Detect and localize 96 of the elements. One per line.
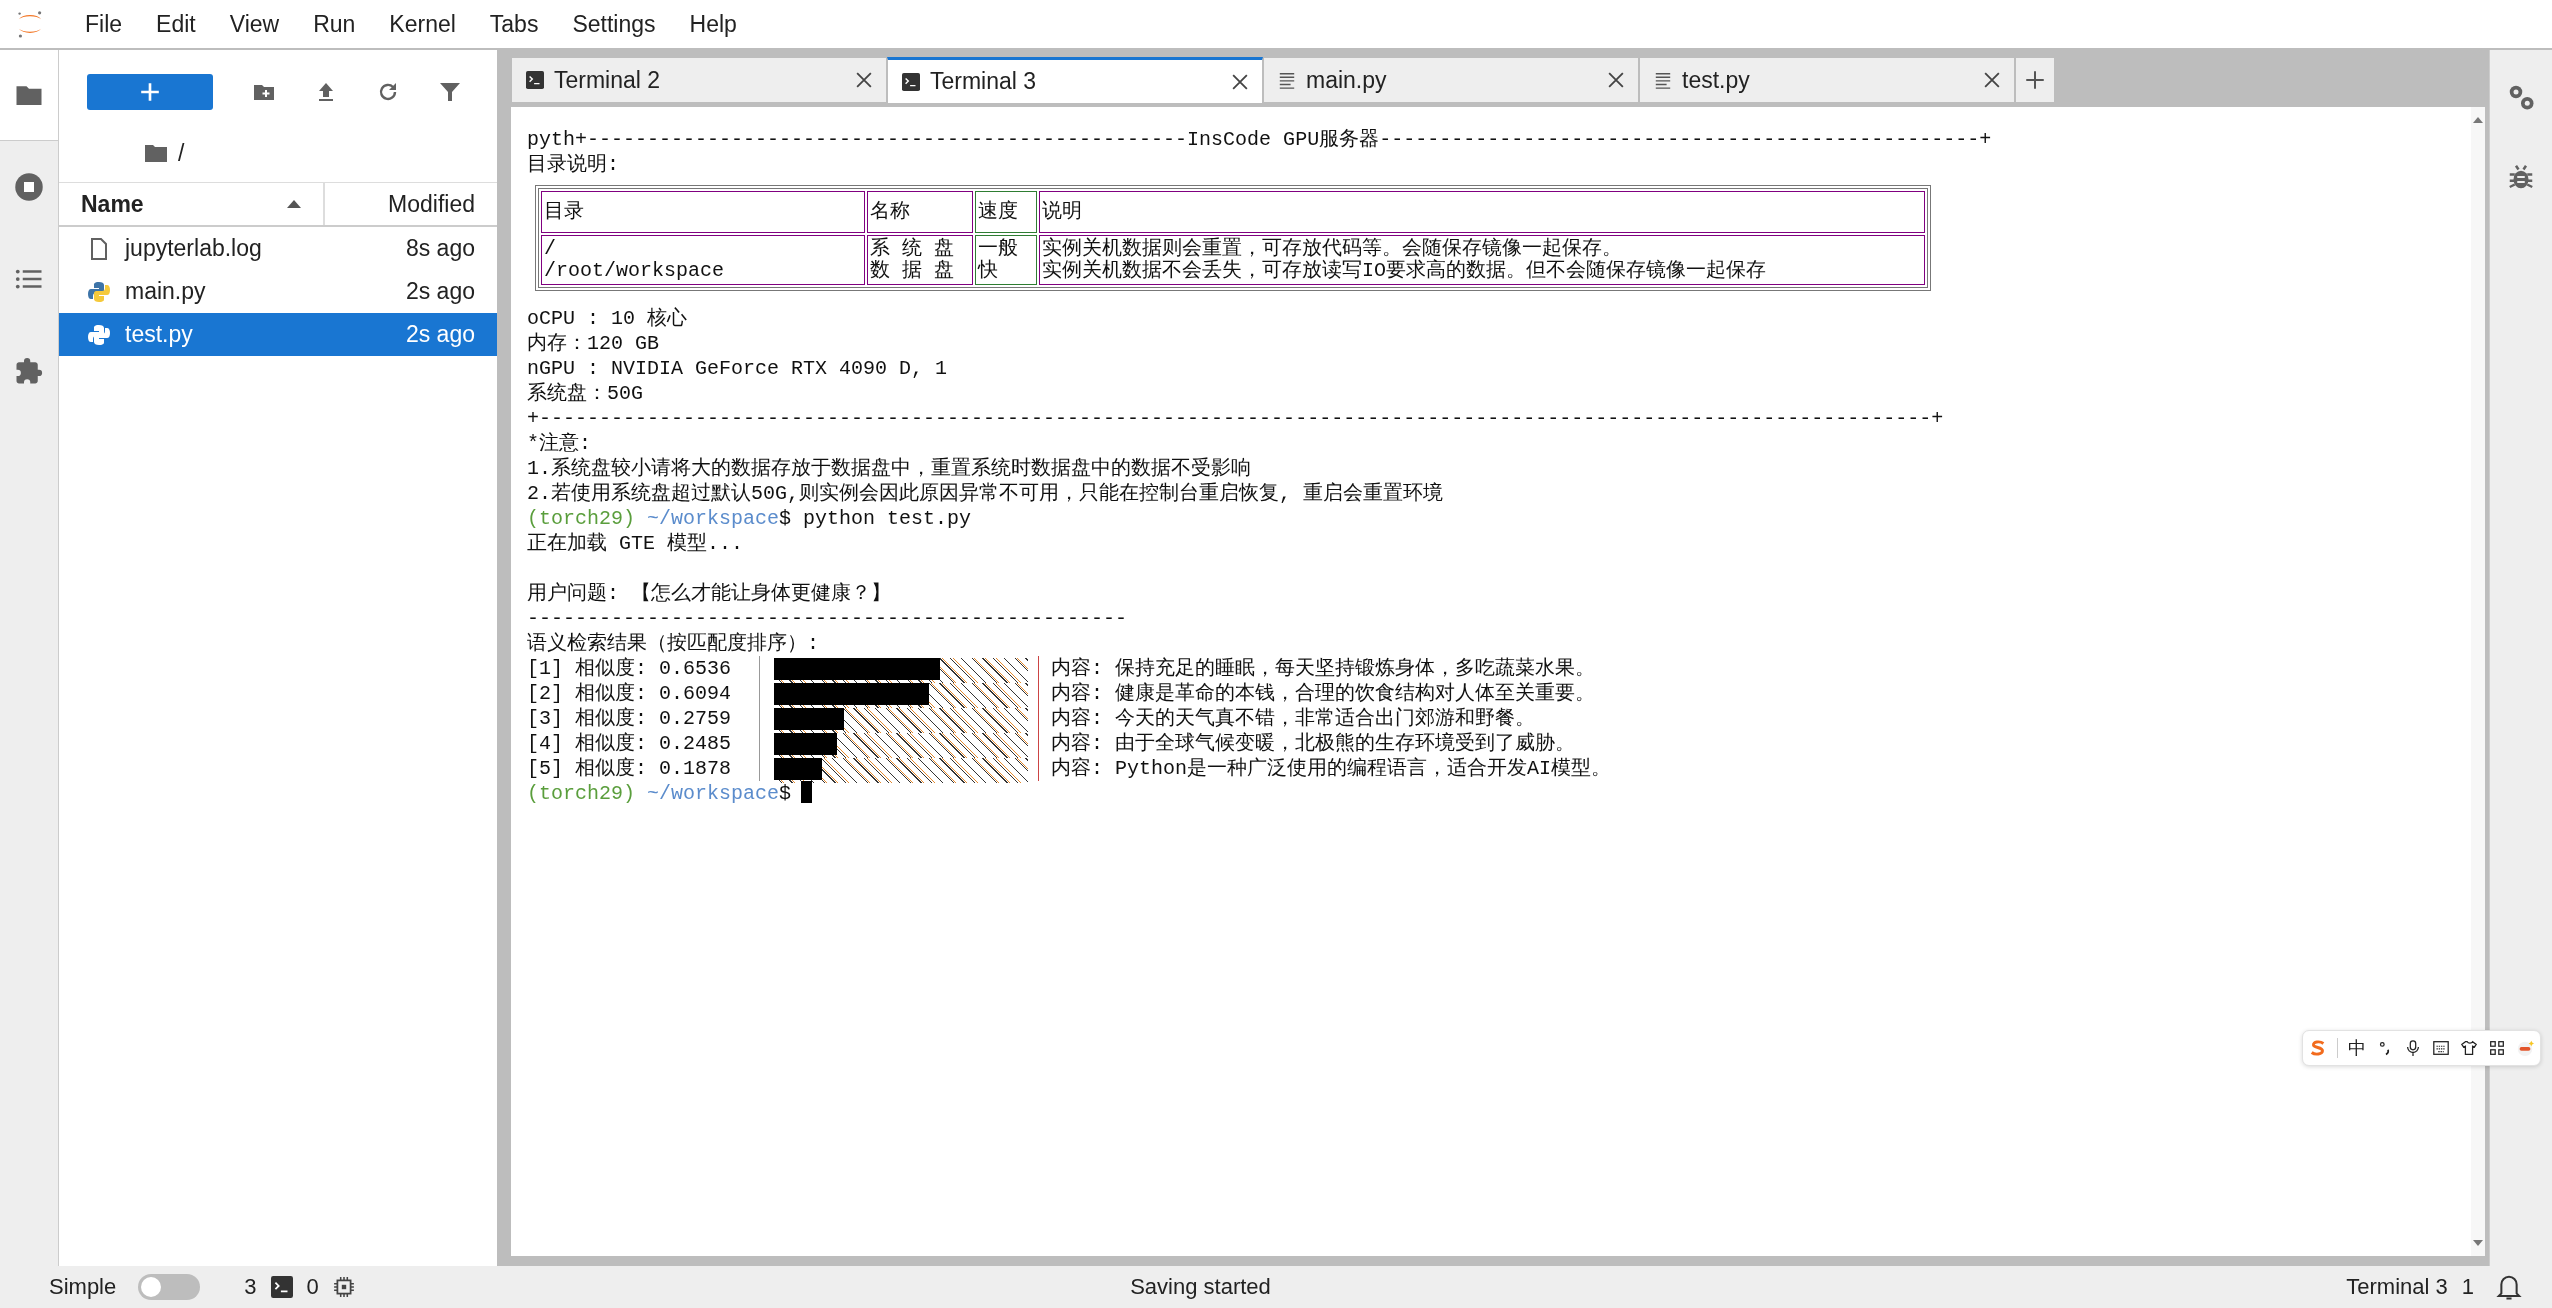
terminal-line: --------------------------------------------------	[527, 606, 1129, 631]
scroll-up-icon[interactable]	[2473, 117, 2483, 123]
terminal-line: 2.若使用系统盘超过默认50G,则实例会因此原因异常不可用，只能在控制台重启恢复, 重启会重置环境	[527, 481, 1444, 506]
table-header-cell: 目录	[541, 191, 865, 233]
terminal-line: 内存：120 GB	[527, 331, 660, 356]
terminal-icon[interactable]	[270, 1276, 293, 1298]
chip-icon[interactable]	[332, 1276, 355, 1298]
terminal-line: 正在加载 GTE 模型...	[527, 531, 744, 556]
vertical-scrollbar[interactable]	[2471, 107, 2485, 1256]
menu-item[interactable]: Run	[296, 10, 373, 38]
result-content: 内容: 保持充足的睡眠，每天坚持锻炼身体，多吃蔬菜水果。	[1051, 656, 1595, 681]
file-row[interactable]: jupyterlab.log 8s ago	[59, 227, 497, 270]
puzzle-icon[interactable]	[14, 356, 44, 386]
terminal-line: 1.系统盘较小请将大的数据存放于数据盘中，重置系统时数据盘中的数据不受影响	[527, 456, 1252, 481]
table-cell: / /root/workspace	[541, 235, 865, 285]
python-icon	[87, 279, 111, 304]
command-text: $	[779, 782, 792, 805]
terminal-line: 系统盘：50G	[527, 381, 644, 406]
text-file-icon	[1278, 71, 1296, 89]
python-icon	[87, 322, 111, 347]
menu-item[interactable]: Settings	[555, 10, 673, 38]
similarity-score: [2] 相似度: 0.6094	[527, 681, 733, 706]
stop-icon[interactable]	[14, 172, 44, 202]
sort-ascending-icon	[287, 200, 301, 208]
conda-env: (torch29)	[527, 782, 636, 805]
shirt-icon[interactable]	[2460, 1039, 2478, 1057]
s-logo-icon[interactable]	[2309, 1039, 2327, 1057]
menu-item[interactable]: Kernel	[372, 10, 473, 38]
terminal-line: nGPU : NVIDIA GeForce RTX 4090 D, 1	[527, 356, 949, 381]
terminal-panel[interactable]	[511, 107, 2485, 1256]
tab[interactable]: main.py	[1263, 57, 1639, 103]
conda-env: (torch29)	[527, 507, 636, 530]
terminal-line: 用户问题: 【怎么才能让身体更健康？】	[527, 581, 892, 606]
grid-icon[interactable]	[2488, 1039, 2506, 1057]
text-cursor	[801, 781, 813, 803]
tab[interactable]: test.py	[1639, 57, 2015, 103]
table-cell: 实例关机数据则会重置，可存放代码等。会随保存镜像一起保存。 实例关机数据不会丢失，可存放读写IO要求高的数据。但不会随保存镜像一起保存	[1039, 235, 1925, 285]
terminal-line: 语义检索结果（按匹配度排序）:	[527, 631, 820, 656]
bell-icon[interactable]	[2496, 1273, 2522, 1301]
close-icon[interactable]	[1608, 72, 1624, 88]
filter-icon[interactable]	[438, 80, 462, 104]
text-file-icon	[1654, 71, 1672, 89]
mascot-icon[interactable]	[2516, 1039, 2534, 1057]
table-header-cell: 说明	[1039, 191, 1925, 233]
prompt-path: ~/workspace	[646, 507, 780, 530]
mode-label: Simple	[49, 1274, 117, 1300]
similarity-score: [3] 相似度: 0.2759	[527, 706, 733, 731]
tab[interactable]: Terminal 2	[511, 57, 887, 103]
input-mode[interactable]: 中	[2348, 1036, 2366, 1060]
menu-item[interactable]: View	[212, 10, 297, 38]
active-document: Terminal 3	[2346, 1274, 2448, 1300]
prompt-path: ~/workspace	[646, 782, 780, 805]
close-icon[interactable]	[1984, 72, 2000, 88]
plus-icon	[139, 81, 161, 103]
file-row[interactable]: test.py 2s ago	[59, 313, 497, 356]
terminal-line: pyth+--------------------------------------------------InsCode GPU服务器--------------------------------------------------+	[527, 127, 1993, 152]
table-header-cell: 速度	[975, 191, 1037, 233]
keyboard-icon[interactable]	[2432, 1039, 2450, 1057]
result-content: 内容: 今天的天气真不错，非常适合出门郊游和野餐。	[1051, 706, 1535, 731]
menu-item[interactable]: Tabs	[472, 10, 556, 38]
menu-item[interactable]: File	[68, 10, 140, 38]
terminal-line: +--------------------------------------------------------------------------------------------------------------------+	[527, 406, 1945, 431]
folder-icon[interactable]	[144, 143, 168, 163]
modified-column-header[interactable]: Modified	[325, 190, 497, 218]
scroll-down-icon[interactable]	[2473, 1240, 2483, 1246]
kernel-count[interactable]: 0	[306, 1274, 319, 1300]
simple-mode-toggle[interactable]	[138, 1274, 201, 1300]
menu-item[interactable]: Help	[672, 10, 754, 38]
status-message: Saving started	[1129, 1274, 1272, 1300]
terminal-count[interactable]: 3	[244, 1274, 257, 1300]
file-row[interactable]: main.py 2s ago	[59, 270, 497, 313]
result-content: 内容: Python是一种广泛使用的编程语言，适合开发AI模型。	[1051, 756, 1612, 781]
terminal-line: 目录说明:	[527, 152, 620, 177]
breadcrumb-path[interactable]: /	[178, 139, 185, 167]
table-cell: 一般 快	[975, 235, 1037, 285]
result-content: 内容: 健康是革命的本钱，合理的饮食结构对人体至关重要。	[1051, 681, 1595, 706]
add-tab-button[interactable]	[2015, 57, 2055, 103]
command-text: $ python test.py	[779, 507, 972, 530]
similarity-score: [1] 相似度: 0.6536	[527, 656, 733, 681]
notification-count[interactable]: 1	[2461, 1274, 2474, 1300]
similarity-score: [5] 相似度: 0.1878	[527, 756, 733, 781]
close-icon[interactable]	[856, 72, 872, 88]
terminal-line: *注意:	[527, 431, 592, 456]
menu-item[interactable]: Edit	[139, 10, 213, 38]
result-content: 内容: 由于全球气候变暖，北极熊的生存环境受到了威胁。	[1051, 731, 1575, 756]
terminal-icon	[902, 72, 920, 91]
table-header-cell: 名称	[867, 191, 973, 233]
terminal-icon	[526, 71, 544, 89]
plus-icon	[2025, 70, 2045, 90]
microphone-icon[interactable]	[2404, 1039, 2422, 1057]
similarity-score: [4] 相似度: 0.2485	[527, 731, 733, 756]
close-icon[interactable]	[1232, 73, 1248, 90]
table-cell: 系 统 盘 数 据 盘	[867, 235, 973, 285]
name-column-header[interactable]: Name	[59, 183, 325, 225]
tab[interactable]: Terminal 3	[887, 57, 1263, 103]
terminal-line: oCPU : 10 核心	[527, 306, 689, 331]
